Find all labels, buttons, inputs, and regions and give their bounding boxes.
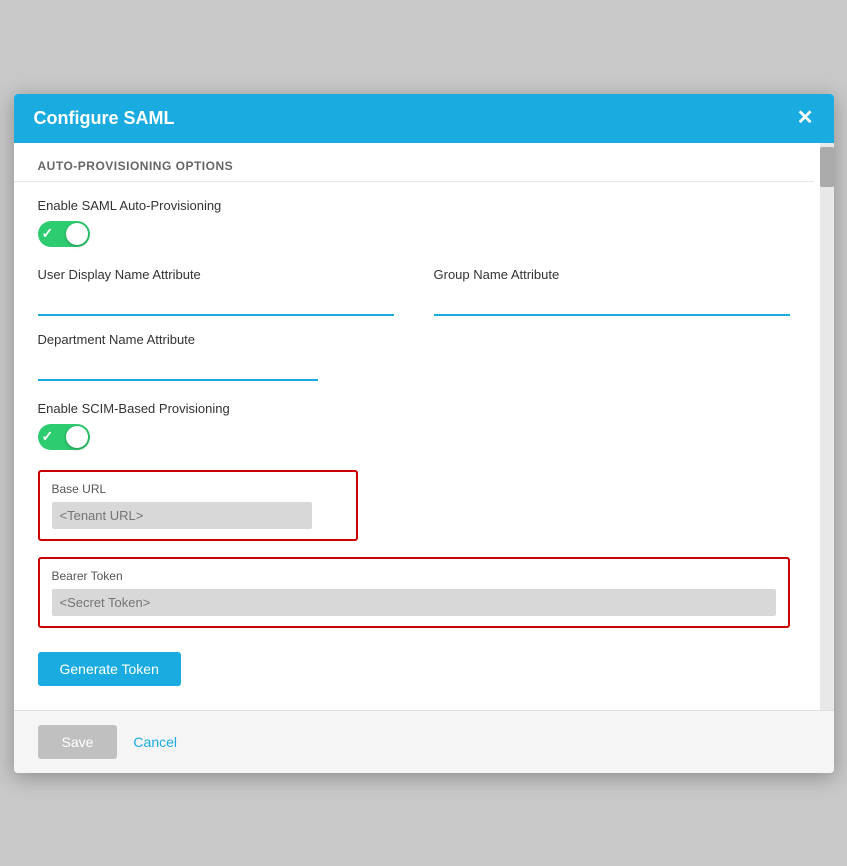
enable-scim-label: Enable SCIM-Based Provisioning — [38, 401, 790, 416]
save-button[interactable]: Save — [38, 725, 118, 759]
enable-scim-toggle-container: ✓ — [38, 424, 790, 450]
department-name-input[interactable] — [38, 355, 318, 381]
scrollbar-track[interactable] — [820, 143, 834, 710]
modal-footer: Save Cancel — [14, 710, 834, 773]
section-header: AUTO-PROVISIONING OPTIONS — [14, 143, 814, 182]
generate-token-container: Generate Token — [38, 644, 790, 694]
enable-saml-toggle[interactable]: ✓ — [38, 221, 90, 247]
base-url-label: Base URL — [52, 482, 344, 496]
bearer-token-input[interactable] — [52, 589, 776, 616]
modal-title: Configure SAML — [34, 108, 175, 129]
modal-dialog: Configure SAML ✕ AUTO-PROVISIONING OPTIO… — [14, 94, 834, 773]
base-url-box: Base URL — [38, 470, 358, 541]
enable-scim-group: Enable SCIM-Based Provisioning ✓ — [38, 401, 790, 450]
scrollbar-thumb[interactable] — [820, 147, 834, 187]
modal-overlay: Configure SAML ✕ AUTO-PROVISIONING OPTIO… — [0, 0, 847, 866]
cancel-button[interactable]: Cancel — [133, 734, 177, 750]
enable-saml-group: Enable SAML Auto-Provisioning ✓ — [38, 198, 790, 247]
modal-header: Configure SAML ✕ — [14, 94, 834, 143]
user-display-name-field: User Display Name Attribute — [38, 267, 394, 316]
bearer-token-box: Bearer Token — [38, 557, 790, 628]
user-display-name-input[interactable] — [38, 290, 394, 316]
toggle-check-icon: ✓ — [42, 225, 54, 242]
base-url-input[interactable] — [52, 502, 312, 529]
user-display-name-label: User Display Name Attribute — [38, 267, 394, 282]
group-name-label: Group Name Attribute — [434, 267, 790, 282]
group-name-field: Group Name Attribute — [434, 267, 790, 316]
modal-body: AUTO-PROVISIONING OPTIONS Enable SAML Au… — [14, 143, 834, 710]
close-button[interactable]: ✕ — [797, 108, 814, 128]
generate-token-button[interactable]: Generate Token — [38, 652, 181, 686]
toggle-scim-check-icon: ✓ — [42, 428, 54, 445]
enable-saml-toggle-container: ✓ — [38, 221, 790, 247]
group-name-input[interactable] — [434, 290, 790, 316]
display-group-row: User Display Name Attribute Group Name A… — [38, 267, 790, 316]
toggle-scim-knob — [66, 426, 88, 448]
toggle-knob — [66, 223, 88, 245]
department-name-group: Department Name Attribute — [38, 332, 790, 381]
enable-saml-label: Enable SAML Auto-Provisioning — [38, 198, 790, 213]
enable-scim-toggle[interactable]: ✓ — [38, 424, 90, 450]
section-content: Enable SAML Auto-Provisioning ✓ User Dis… — [14, 182, 814, 710]
bearer-token-label: Bearer Token — [52, 569, 776, 583]
department-name-label: Department Name Attribute — [38, 332, 790, 347]
